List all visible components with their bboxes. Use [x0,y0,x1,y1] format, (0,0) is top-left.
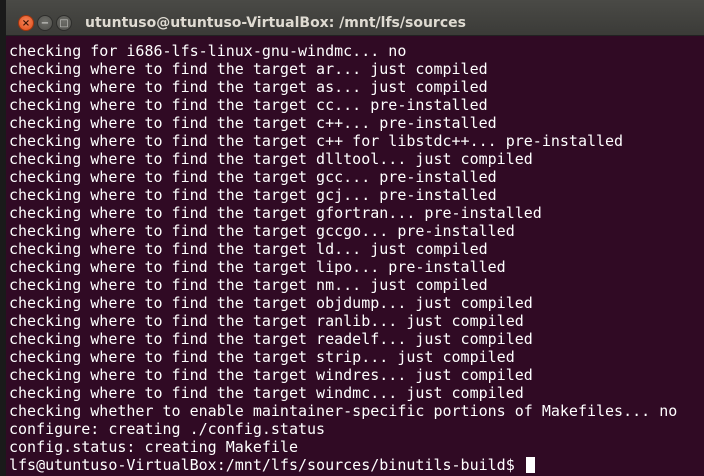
window-title: utuntuso@utuntuso-VirtualBox: /mnt/lfs/s… [85,15,466,31]
output-line: checking where to find the target ld... … [9,240,488,258]
output-line: checking whether to enable maintainer-sp… [9,402,678,420]
output-line: checking where to find the target ar... … [9,60,488,78]
output-line: configure: creating ./config.status [9,420,326,438]
output-line: checking where to find the target gcc...… [9,168,497,186]
maximize-button[interactable]: □ [56,15,72,31]
output-line: checking where to find the target windre… [9,366,533,384]
output-line: checking where to find the target gcj...… [9,186,497,204]
output-line: checking where to find the target c++ fo… [9,132,624,150]
close-button[interactable]: × [18,15,34,31]
output-line: checking where to find the target windmc… [9,384,524,402]
output-line: checking where to find the target readel… [9,330,533,348]
output-line: checking where to find the target cc... … [9,96,488,114]
output-line: checking where to find the target c++...… [9,114,497,132]
command-prompt[interactable]: lfs@utuntuso-VirtualBox:/mnt/lfs/sources… [9,456,704,474]
terminal-window: × − □ utuntuso@utuntuso-VirtualBox: /mnt… [0,0,704,476]
output-line: checking where to find the target nm... … [9,276,488,294]
minimize-button[interactable]: − [37,15,53,31]
output-line: config.status: creating Makefile [9,438,298,456]
maximize-icon: □ [59,18,69,29]
terminal-output[interactable]: checking for i686-lfs-linux-gnu-windmc..… [6,38,704,476]
prompt-text: lfs@utuntuso-VirtualBox:/mnt/lfs/sources… [9,456,524,474]
minimize-icon: − [40,18,50,29]
output-line: checking where to find the target dlltoo… [9,150,533,168]
output-line: checking where to find the target gccgo.… [9,222,515,240]
output-line: checking where to find the target gfortr… [9,204,542,222]
output-line: checking where to find the target as... … [9,78,488,96]
title-bar[interactable]: × − □ utuntuso@utuntuso-VirtualBox: /mnt… [6,0,704,36]
output-line: checking where to find the target ranlib… [9,312,524,330]
text-cursor [525,457,535,473]
output-line: checking where to find the target strip.… [9,348,515,366]
output-line: checking where to find the target lipo..… [9,258,506,276]
output-line: checking where to find the target objdum… [9,294,533,312]
output-line: checking for i686-lfs-linux-gnu-windmc..… [9,42,407,60]
close-icon: × [21,18,31,29]
